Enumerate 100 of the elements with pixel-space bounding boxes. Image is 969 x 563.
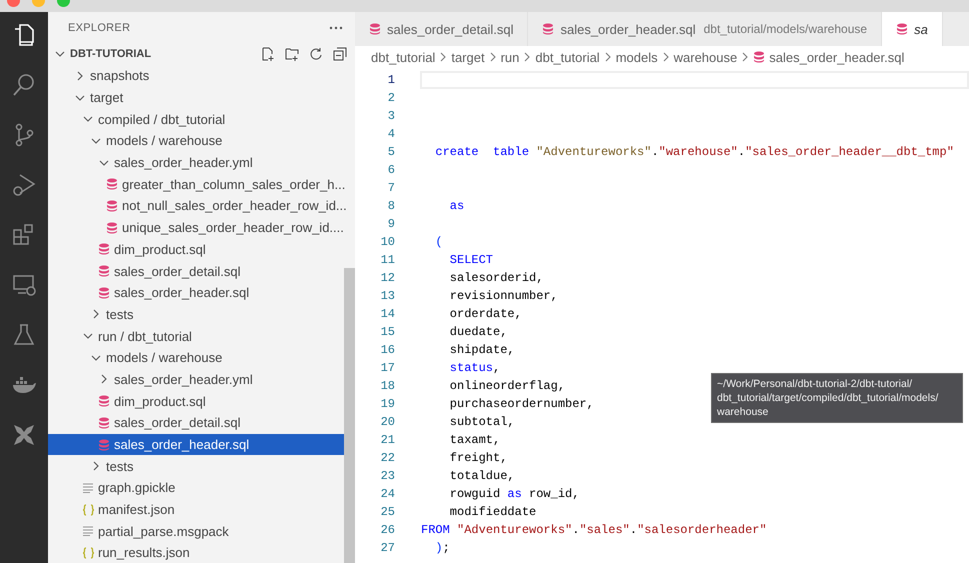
tooltip: ~/Work/Personal/dbt-tutorial-2/dbt-tutorial/dbt_tutorial/target/compiled/dbt_tutorial/models/warehouse (711, 373, 963, 423)
line-number: 8 (386, 199, 395, 213)
breadcrumb[interactable]: target (451, 50, 485, 64)
breadcrumb[interactable]: sales_order_header.sql (769, 50, 904, 64)
scrollbar[interactable] (344, 268, 355, 563)
code-line: duedate, (448, 324, 508, 341)
line-number: 3 (386, 109, 395, 123)
line-number: 2 (386, 91, 395, 105)
tree-item[interactable]: run_results.json (48, 542, 344, 563)
refresh-icon[interactable] (309, 47, 323, 61)
code-line: ); (434, 540, 450, 557)
line-number: 17 (380, 361, 395, 375)
tab-description: dbt_tutorial/models/warehouse (704, 22, 868, 36)
tree-item[interactable]: greater_than_column_sales_order_h... (48, 173, 344, 196)
line-number: 20 (380, 415, 395, 429)
breadcrumb[interactable]: dbt_tutorial (535, 50, 600, 64)
code-line: rowguid as row_id, (448, 486, 580, 503)
tree-item[interactable]: snapshots (48, 65, 344, 87)
line-number: 7 (386, 181, 395, 195)
tree-item[interactable]: graph.gpickle (48, 477, 344, 499)
code-line: as (448, 198, 464, 215)
database-icon (98, 438, 110, 451)
code-line: orderdate, (448, 306, 522, 323)
line-number: 10 (380, 235, 395, 249)
database-icon (896, 23, 908, 35)
line-number: 14 (380, 307, 395, 321)
code-line: create table "Adventureworks"."warehouse"."sales_order_header__dbt_tmp" (434, 144, 954, 161)
code-line: modifieddate (448, 504, 536, 521)
code-line: purchaseordernumber, (448, 396, 594, 413)
chevron-right-icon (488, 52, 497, 62)
code-line: totaldue, (448, 468, 515, 485)
database-icon (753, 51, 766, 63)
database-icon (98, 243, 110, 256)
tree-item[interactable]: models / warehouse (48, 346, 344, 369)
editor-tab[interactable]: sales_order_detail.sql (355, 12, 528, 46)
flask-icon[interactable] (11, 322, 37, 348)
tree-item[interactable]: tests (48, 455, 344, 478)
chevron-right-icon (604, 52, 612, 62)
line-number: 13 (380, 289, 395, 303)
tree-item[interactable]: not_null_sales_order_header_row_id... (48, 195, 344, 217)
tree-item[interactable]: run / dbt_tutorial (48, 325, 344, 347)
tree-item[interactable]: sales_order_detail.sql (48, 412, 344, 434)
line-number: 16 (380, 343, 395, 357)
tree-item[interactable]: target (48, 86, 344, 108)
line-number: 26 (380, 523, 395, 537)
tree-item[interactable]: sales_order_header.yml (48, 368, 344, 390)
collapse-all-icon[interactable] (333, 47, 347, 61)
tree-item[interactable]: dim_product.sql (48, 390, 344, 412)
tree-item[interactable]: sales_order_detail.sql (48, 260, 344, 282)
line-number: 19 (380, 397, 395, 411)
line-number: 4 (386, 127, 395, 141)
code-line: subtotal, (448, 414, 515, 431)
editor-tab[interactable]: sa (882, 12, 943, 46)
database-icon (369, 23, 381, 35)
tree-item[interactable]: manifest.json (48, 498, 344, 520)
code-line: SELECT (448, 252, 494, 269)
tree-item[interactable]: compiled / dbt_tutorial (48, 108, 344, 130)
line-number: 24 (380, 487, 395, 501)
database-icon (106, 222, 118, 234)
tree-item[interactable]: sales_order_header.sql (48, 282, 344, 304)
chevron-right-icon (741, 52, 750, 62)
run-debug-icon[interactable] (11, 172, 37, 198)
code-line: salesorderid, (448, 270, 544, 287)
database-icon (98, 265, 110, 278)
line-number: 25 (380, 505, 395, 519)
lines-icon (82, 482, 94, 493)
tree-item[interactable]: models / warehouse (48, 130, 344, 152)
line-number: 27 (380, 541, 395, 555)
breadcrumb[interactable]: run (500, 50, 520, 64)
chevron-right-icon (662, 52, 670, 62)
more-actions-icon[interactable] (329, 26, 343, 30)
tree-item[interactable]: sales_order_header.sql (48, 434, 344, 456)
line-number: 5 (386, 145, 395, 159)
breadcrumb[interactable]: models (616, 50, 658, 64)
project-title: DBT-TUTORIAL (70, 48, 152, 60)
line-number: 12 (380, 271, 395, 285)
code-line: FROM "Adventureworks"."sales"."salesorderheader" (421, 522, 767, 539)
search-icon[interactable] (11, 72, 37, 98)
database-icon (106, 200, 118, 212)
database-icon (106, 178, 118, 190)
breadcrumb[interactable]: dbt_tutorial (371, 50, 436, 64)
line-number: 11 (380, 253, 395, 267)
code-line: ( (434, 234, 443, 251)
code-line: onlineorderflag, (448, 378, 566, 395)
tree-item[interactable]: partial_parse.msgpack (48, 520, 344, 542)
code-line: freight, (448, 450, 508, 467)
code-line: revisionnumber, (448, 288, 558, 305)
tree-item[interactable]: tests (48, 304, 344, 326)
line-number: 22 (380, 451, 395, 465)
line-number: 15 (380, 325, 395, 339)
tree-item[interactable]: unique_sales_order_header_row_id.... (48, 216, 344, 238)
tree-item[interactable]: dim_product.sql (48, 238, 344, 260)
new-folder-icon[interactable] (285, 47, 299, 61)
cross-shape-icon[interactable] (11, 422, 37, 448)
lines-icon (82, 526, 94, 536)
breadcrumb[interactable]: warehouse (674, 50, 738, 64)
new-file-icon[interactable] (261, 47, 275, 61)
line-number: 21 (380, 433, 395, 447)
tree-item[interactable]: sales_order_header.yml (48, 152, 344, 174)
line-number: 6 (386, 163, 395, 177)
